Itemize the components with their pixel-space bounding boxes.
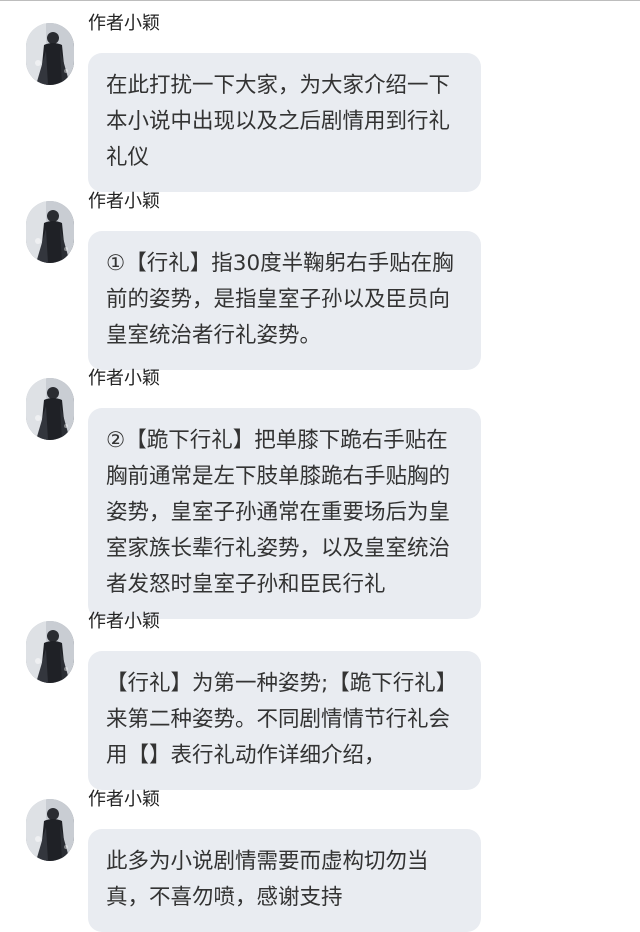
avatar-figure-icon	[26, 201, 74, 263]
chat-message: 作者小颖 ①【行礼】指30度半鞠躬右手贴在胸 前的姿势，是指皇室子孙以及臣员向 …	[0, 188, 640, 370]
sender-name: 作者小颖	[88, 789, 160, 810]
sender-name: 作者小颖	[88, 611, 160, 632]
message-bubble[interactable]: 在此打扰一下大家，为大家介绍一下 本小说中出现以及之后剧情用到行礼 礼仪	[88, 53, 481, 192]
top-divider	[0, 0, 640, 1]
sender-name: 作者小颖	[88, 191, 160, 212]
message-bubble[interactable]: ②【跪下行礼】把单膝下跪右手贴在 胸前通常是左下肢单膝跪右手贴胸的 姿势，皇室子…	[88, 408, 481, 619]
chat-message: 作者小颖 在此打扰一下大家，为大家介绍一下 本小说中出现以及之后剧情用到行礼 礼…	[0, 10, 640, 192]
avatar-figure-icon	[26, 621, 74, 683]
avatar-figure-icon	[26, 23, 74, 85]
avatar[interactable]	[26, 378, 74, 440]
sender-name: 作者小颖	[88, 13, 160, 34]
avatar-figure-icon	[26, 799, 74, 861]
message-bubble[interactable]: 此多为小说剧情需要而虚构切勿当 真，不喜勿喷，感谢支持	[88, 829, 481, 932]
chat-message: 作者小颖 【行礼】为第一种姿势;【跪下行礼】 来第二种姿势。不同剧情情节行礼会 …	[0, 608, 640, 790]
sender-name: 作者小颖	[88, 368, 160, 389]
avatar[interactable]	[26, 621, 74, 683]
avatar[interactable]	[26, 201, 74, 263]
message-bubble[interactable]: 【行礼】为第一种姿势;【跪下行礼】 来第二种姿势。不同剧情情节行礼会 用【】表行…	[88, 651, 481, 790]
message-bubble[interactable]: ①【行礼】指30度半鞠躬右手贴在胸 前的姿势，是指皇室子孙以及臣员向 皇室统治者…	[88, 231, 481, 370]
avatar-figure-icon	[26, 378, 74, 440]
avatar[interactable]	[26, 23, 74, 85]
chat-message: 作者小颖 ②【跪下行礼】把单膝下跪右手贴在 胸前通常是左下肢单膝跪右手贴胸的 姿…	[0, 365, 640, 619]
avatar[interactable]	[26, 799, 74, 861]
chat-message: 作者小颖 此多为小说剧情需要而虚构切勿当 真，不喜勿喷，感谢支持	[0, 786, 640, 932]
